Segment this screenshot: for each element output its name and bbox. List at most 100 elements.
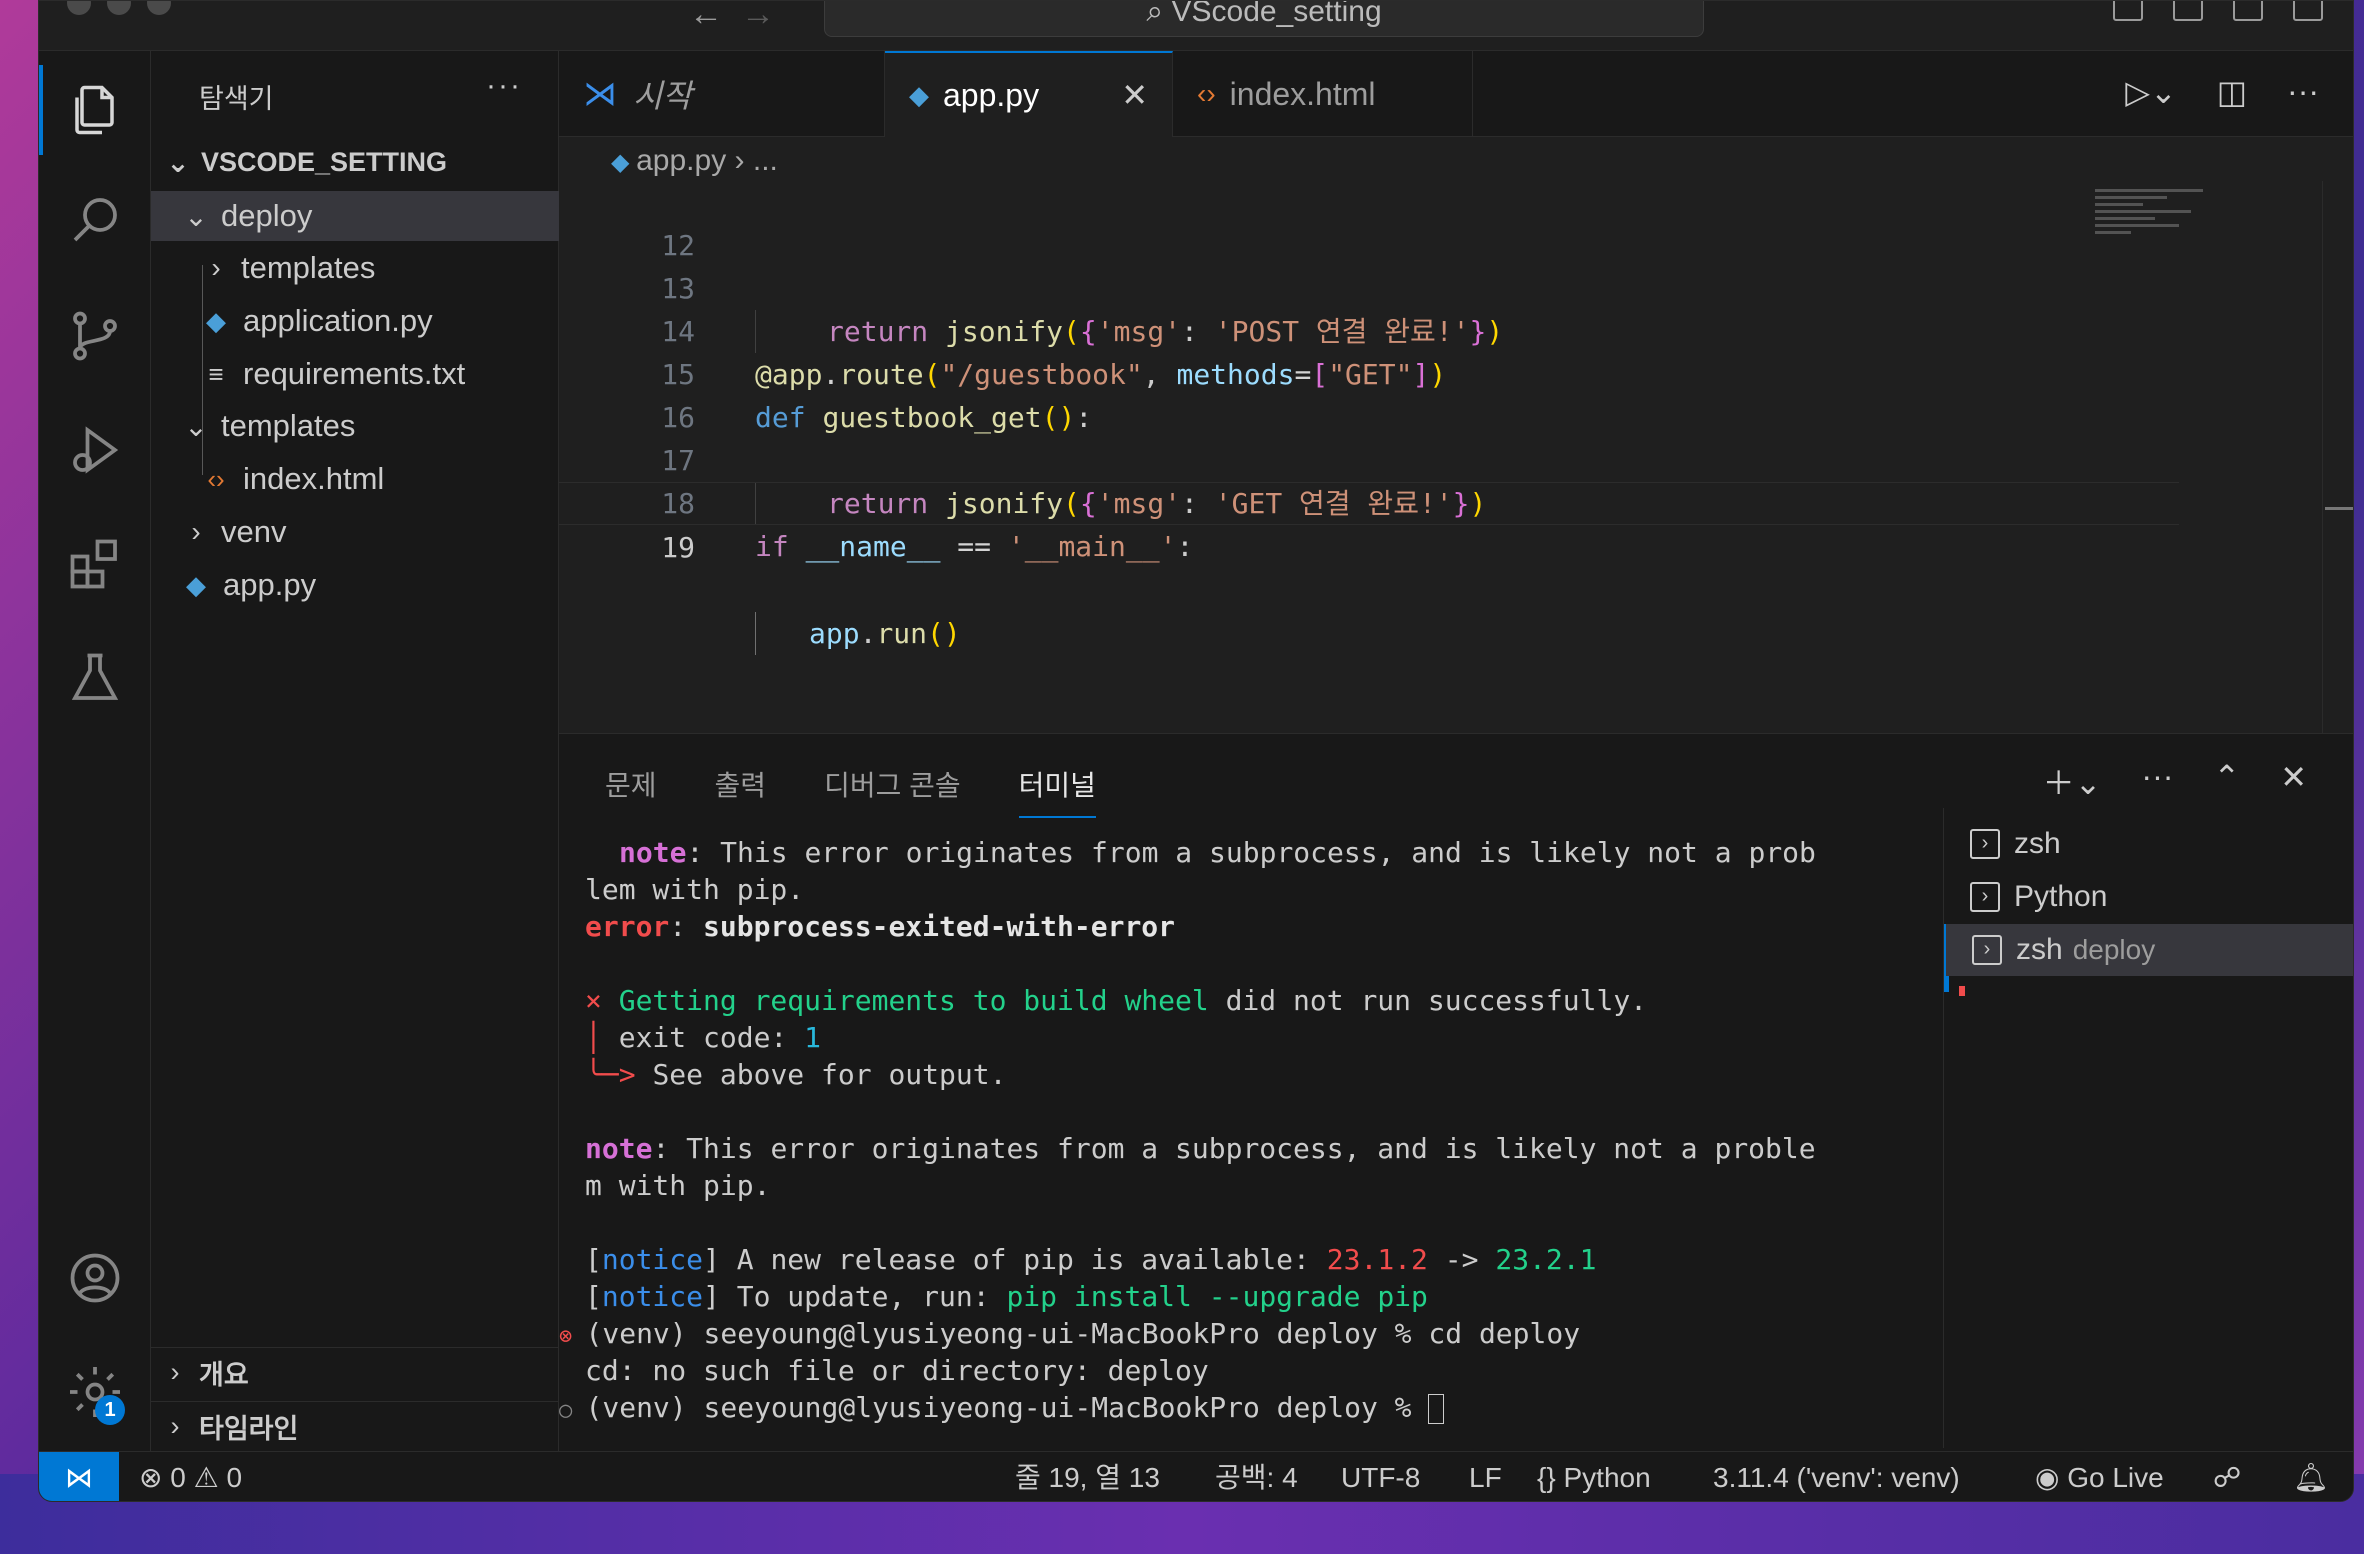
code-line: 16 return jsonify({'msg': 'GET 연결 완료!'}) (559, 353, 2179, 525)
tree-item-deploy[interactable]: ⌄ deploy (151, 191, 559, 241)
minimap[interactable] (2095, 189, 2215, 269)
close-icon[interactable]: ✕ (1121, 76, 1148, 114)
encoding[interactable]: UTF-8 (1341, 1452, 1420, 1501)
testing-icon[interactable] (39, 633, 151, 723)
indentation[interactable]: 공백: 4 (1215, 1452, 1298, 1501)
terminal-line: cd: no such file or directory: deploy (585, 1354, 1209, 1387)
maximize-panel-chevron-up-icon[interactable]: ⌃ (2213, 758, 2240, 804)
tree-item-templates[interactable]: › templates (151, 243, 559, 293)
python-file-icon: ◆ (206, 305, 226, 336)
tab-debug-console[interactable]: 디버그 콘솔 (824, 764, 961, 818)
remote-indicator-icon[interactable]: ⋈ (39, 1452, 119, 1501)
terminal-name: zsh (2014, 827, 2061, 860)
tree-item-application-py[interactable]: ◆ application.py (151, 296, 559, 346)
feedback-icon[interactable]: ☍ (2213, 1452, 2241, 1501)
chevron-down-icon: ⌄ (184, 410, 208, 442)
code-text: if __name__ == '__main__': (755, 530, 1194, 563)
broadcast-icon: ◉ (2035, 1462, 2068, 1493)
command-center[interactable]: ⌕ VScode_setting (824, 1, 1704, 37)
python-interpreter[interactable]: 3.11.4 ('venv': venv) (1713, 1452, 1960, 1501)
back-arrow-icon[interactable]: ← (689, 1, 741, 33)
breadcrumb: ◆ app.py › ... (559, 137, 2353, 185)
split-editor-icon[interactable]: ◫ (2217, 73, 2247, 111)
extensions-icon[interactable] (39, 519, 151, 609)
explorer-icon[interactable] (39, 65, 151, 155)
status-bar: ⋈ ⊗ 0 ⚠ 0 줄 19, 열 13 공백: 4 UTF-8 LF {} P… (39, 1451, 2353, 1501)
tab-output[interactable]: 출력 (715, 764, 767, 818)
run-debug-icon[interactable] (39, 405, 151, 495)
tab-terminal[interactable]: 터미널 (1018, 764, 1096, 818)
prompt-decoration-icon: ○ (559, 1398, 586, 1423)
code-line: 12 return jsonify({'msg': 'POST 연결 완료!'}… (559, 181, 2179, 353)
terminal-item-zsh[interactable]: › zsh (1944, 818, 2353, 870)
outline-section[interactable]: › 개요 (151, 1347, 559, 1397)
tree-item-app-py[interactable]: ◆ app.py (151, 560, 559, 610)
tree-item-venv[interactable]: › venv (151, 507, 559, 557)
toggle-secondary-sidebar-icon[interactable] (2233, 1, 2263, 21)
tree-item-requirements[interactable]: ≡ requirements.txt (151, 349, 559, 399)
chevron-right-icon: › (211, 252, 221, 283)
vscode-logo-icon: ⋊ (583, 75, 617, 113)
vscode-window: ←→ ⌕ VScode_setting 1 탐색기 ··· ⌄ VSCODE_S… (38, 0, 2354, 1502)
terminal-item-python[interactable]: › Python (1944, 871, 2353, 923)
terminal-item-zsh-deploy[interactable]: › zsh deploy (1944, 924, 2353, 976)
terminal-line: ○ (venv) seeyoung@lyusiyeong-ui-MacBookP… (559, 1389, 1445, 1426)
toggle-sidebar-icon[interactable] (2113, 1, 2143, 21)
window-controls (67, 1, 171, 15)
timeline-section[interactable]: › 타임라인 (151, 1401, 559, 1451)
python-file-icon: ◆ (909, 79, 929, 110)
close-panel-icon[interactable]: ✕ (2280, 758, 2307, 804)
source-control-icon[interactable] (39, 291, 151, 381)
explorer-title: 탐색기 (199, 84, 274, 114)
problems-status[interactable]: ⊗ 0 ⚠ 0 (139, 1452, 242, 1501)
terminal-line: [notice] A new release of pip is availab… (585, 1243, 1597, 1276)
panel-actions: ＋⌄ ··· ⌃ ✕ (2043, 758, 2307, 804)
tab-welcome[interactable]: ⋊ 시작 (559, 51, 885, 137)
customize-layout-icon[interactable] (2293, 1, 2323, 21)
code-line: 15 def guestbook_get(): (559, 310, 2179, 434)
tab-index-html[interactable]: ‹› index.html (1173, 51, 1473, 137)
manage-gear-icon[interactable]: 1 (39, 1347, 151, 1437)
chevron-right-icon: › (191, 516, 201, 547)
end-of-line[interactable]: LF (1469, 1452, 1502, 1501)
search-icon[interactable] (39, 175, 151, 265)
account-icon[interactable] (39, 1233, 151, 1323)
zoom-window-button[interactable] (147, 1, 171, 15)
tree-item-label: templates (221, 408, 356, 443)
breadcrumb-symbols[interactable]: ... (753, 144, 778, 177)
notifications-bell-icon[interactable]: 🔔︎ (2293, 1452, 2329, 1501)
tab-label: index.html (1229, 75, 1376, 112)
terminal-output[interactable]: note: This error originates from a subpr… (559, 834, 1965, 1446)
cursor-position[interactable]: 줄 19, 열 13 (1015, 1452, 1160, 1501)
terminal-line: × Getting requirements to build wheel di… (585, 984, 1648, 1017)
code-editor[interactable]: 12 return jsonify({'msg': 'POST 연결 완료!'}… (559, 181, 2353, 733)
tab-problems[interactable]: 문제 (605, 764, 657, 818)
code-line: 13 (559, 224, 2179, 305)
terminal-icon: › (1970, 882, 2000, 912)
more-actions-icon[interactable]: ··· (2287, 73, 2319, 111)
new-terminal-plus-icon[interactable]: ＋⌄ (2043, 758, 2102, 804)
close-window-button[interactable] (67, 1, 91, 15)
chevron-down-icon: ⌄ (184, 200, 208, 232)
workspace-root[interactable]: ⌄ VSCODE_SETTING (151, 137, 559, 187)
tab-label: app.py (943, 76, 1040, 113)
minimize-window-button[interactable] (107, 1, 131, 15)
editor-scrollbar[interactable] (2322, 181, 2323, 733)
tree-item-index-html[interactable]: ‹› index.html (151, 454, 559, 504)
code-text: app.run() (809, 617, 961, 650)
language-mode[interactable]: {} Python (1537, 1452, 1651, 1501)
tree-item-templates-root[interactable]: ⌄ templates (151, 401, 559, 451)
indent-guide (755, 612, 756, 655)
go-live[interactable]: ◉ Go Live (2035, 1452, 2164, 1501)
toggle-panel-icon[interactable] (2173, 1, 2203, 21)
terminal-line: note: This error originates from a subpr… (585, 1132, 1816, 1165)
text-file-icon: ≡ (208, 358, 224, 389)
breadcrumb-file[interactable]: app.py (636, 144, 726, 177)
run-python-icon[interactable]: ▷⌄ (2125, 73, 2176, 111)
terminal-name: Python (2014, 880, 2108, 913)
forward-arrow-icon[interactable]: → (741, 1, 793, 33)
more-actions-icon[interactable]: ··· (2141, 758, 2173, 804)
tab-app-py[interactable]: ◆ app.py ✕ (885, 51, 1173, 137)
more-actions-icon[interactable]: ··· (486, 69, 522, 103)
terminal-list: › zsh › Python › zsh deploy (1943, 808, 2353, 1448)
